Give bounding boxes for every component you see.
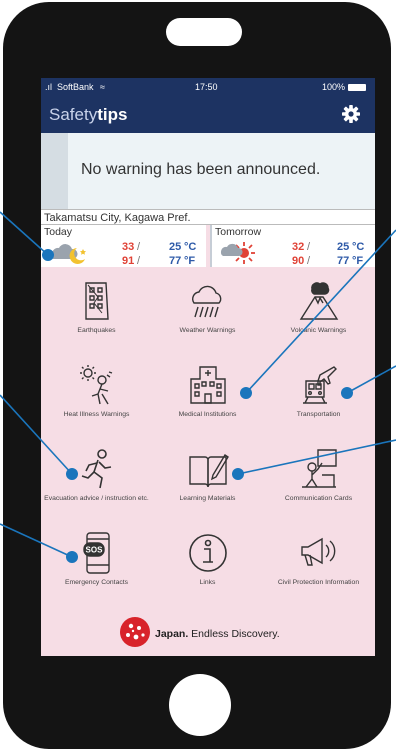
cloud-moon-icon xyxy=(51,244,86,264)
menu-weather-warnings[interactable]: Weather Warnings xyxy=(152,273,263,357)
unit-celsius: °C xyxy=(184,241,197,253)
menu-label: Heat Illness Warnings xyxy=(63,411,130,418)
wifi-icon: ≈ xyxy=(100,82,105,92)
info-icon xyxy=(189,534,227,572)
unit-fahrenheit: °F xyxy=(184,255,196,267)
today-low-c: 25 xyxy=(169,241,182,253)
tomorrow-low-c: 25 xyxy=(337,241,350,253)
menu-label: Earthquakes xyxy=(77,327,116,334)
tomorrow-high-f: 90 xyxy=(292,255,305,267)
svg-text:SOS: SOS xyxy=(86,546,104,555)
app-title-light: Safety xyxy=(49,105,98,124)
menu-label: Evacuation advice / instruction etc. xyxy=(44,495,149,502)
menu-medical-institutions[interactable]: Medical Institutions xyxy=(152,357,263,441)
brand-name: Japan. xyxy=(155,628,189,640)
app-header: Safetytips xyxy=(41,97,375,133)
menu-label: Weather Warnings xyxy=(179,327,236,334)
gear-icon[interactable] xyxy=(341,104,361,124)
battery-icon xyxy=(348,84,366,91)
temp-separator: / xyxy=(307,241,311,253)
clock: 17:50 xyxy=(195,82,218,92)
menu-label: Learning Materials xyxy=(179,495,236,502)
app-title: Safetytips xyxy=(49,105,127,125)
phone-speaker xyxy=(166,18,242,46)
tomorrow-high-c: 32 xyxy=(292,241,305,253)
battery-percent: 100% xyxy=(322,82,346,92)
menu-earthquakes[interactable]: Earthquakes xyxy=(41,273,152,357)
earthquake-building-icon xyxy=(85,282,109,320)
menu-communication-cards[interactable]: Communication Cards xyxy=(263,441,374,525)
unit-celsius: °C xyxy=(352,241,365,253)
app-screen: .ıl SoftBank ≈ 17:50 100% Safetytips No … xyxy=(41,78,375,656)
warning-message: No warning has been announced. xyxy=(81,161,321,178)
brand-slogan: Japan. Endless Discovery. xyxy=(155,628,280,640)
today-high-f: 91 xyxy=(122,255,135,267)
weather-tomorrow[interactable]: Tomorrow 32 / 25 °C 90 / 77 °F xyxy=(210,225,375,267)
brand-tagline: Endless Discovery. xyxy=(188,628,280,640)
unit-fahrenheit: °F xyxy=(352,255,364,267)
menu-label: Volcanic Warnings xyxy=(290,327,347,334)
warning-banner[interactable]: No warning has been announced. xyxy=(41,133,375,209)
temp-separator: / xyxy=(137,241,141,253)
home-button[interactable] xyxy=(169,674,231,736)
menu-transportation[interactable]: Transportation xyxy=(263,357,374,441)
temp-separator: / xyxy=(307,255,311,267)
today-high-c: 33 xyxy=(122,241,135,253)
menu-links[interactable]: Links xyxy=(152,525,263,609)
megaphone-icon xyxy=(301,537,336,566)
sos-phone-icon: SOS xyxy=(83,532,110,574)
menu-label: Medical Institutions xyxy=(178,411,237,418)
train-plane-icon xyxy=(303,366,337,404)
hospital-icon xyxy=(190,366,226,404)
cherry-blossom-logo-icon xyxy=(120,617,150,647)
menu-label: Civil Protection Information xyxy=(277,579,360,586)
menu-label: Links xyxy=(199,579,216,586)
japan-brand-banner[interactable]: Japan. Endless Discovery. xyxy=(41,616,375,648)
today-low-f: 77 xyxy=(169,255,182,267)
menu-emergency-contacts[interactable]: SOS Emergency Contacts xyxy=(41,525,152,609)
carrier-name: SoftBank xyxy=(57,82,94,92)
menu-label: Communication Cards xyxy=(284,495,353,502)
app-title-bold: tips xyxy=(97,105,128,124)
status-bar: .ıl SoftBank ≈ 17:50 100% xyxy=(41,78,375,97)
location-name: Takamatsu City, Kagawa Pref. xyxy=(41,209,375,225)
menu-grid: Earthquakes Weather Warnings Volcanic Wa… xyxy=(41,273,375,613)
tomorrow-low-f: 77 xyxy=(337,255,350,267)
heat-illness-icon xyxy=(80,365,113,405)
menu-label: Transportation xyxy=(296,411,341,418)
menu-label: Emergency Contacts xyxy=(64,579,129,586)
rain-cloud-icon xyxy=(192,285,222,318)
volcano-icon xyxy=(299,282,339,320)
menu-heat-illness-warnings[interactable]: Heat Illness Warnings xyxy=(41,357,152,441)
temp-separator: / xyxy=(137,255,141,267)
communication-card-icon xyxy=(302,449,337,488)
menu-evacuation-advice[interactable]: Evacuation advice / instruction etc. xyxy=(41,441,152,525)
evacuation-runner-icon xyxy=(81,449,112,489)
book-pencil-icon xyxy=(189,454,229,488)
menu-learning-materials[interactable]: Learning Materials xyxy=(152,441,263,525)
weather-today[interactable]: Today 33 / 25 °C 91 / 77 °F xyxy=(41,225,206,267)
phone-frame: .ıl SoftBank ≈ 17:50 100% Safetytips No … xyxy=(3,2,391,749)
warning-level-bar xyxy=(41,133,68,209)
menu-civil-protection[interactable]: Civil Protection Information xyxy=(263,525,374,609)
menu-volcanic-warnings[interactable]: Volcanic Warnings xyxy=(263,273,374,357)
cloud-sun-icon xyxy=(220,242,255,264)
signal-icon: .ıl xyxy=(45,82,53,92)
